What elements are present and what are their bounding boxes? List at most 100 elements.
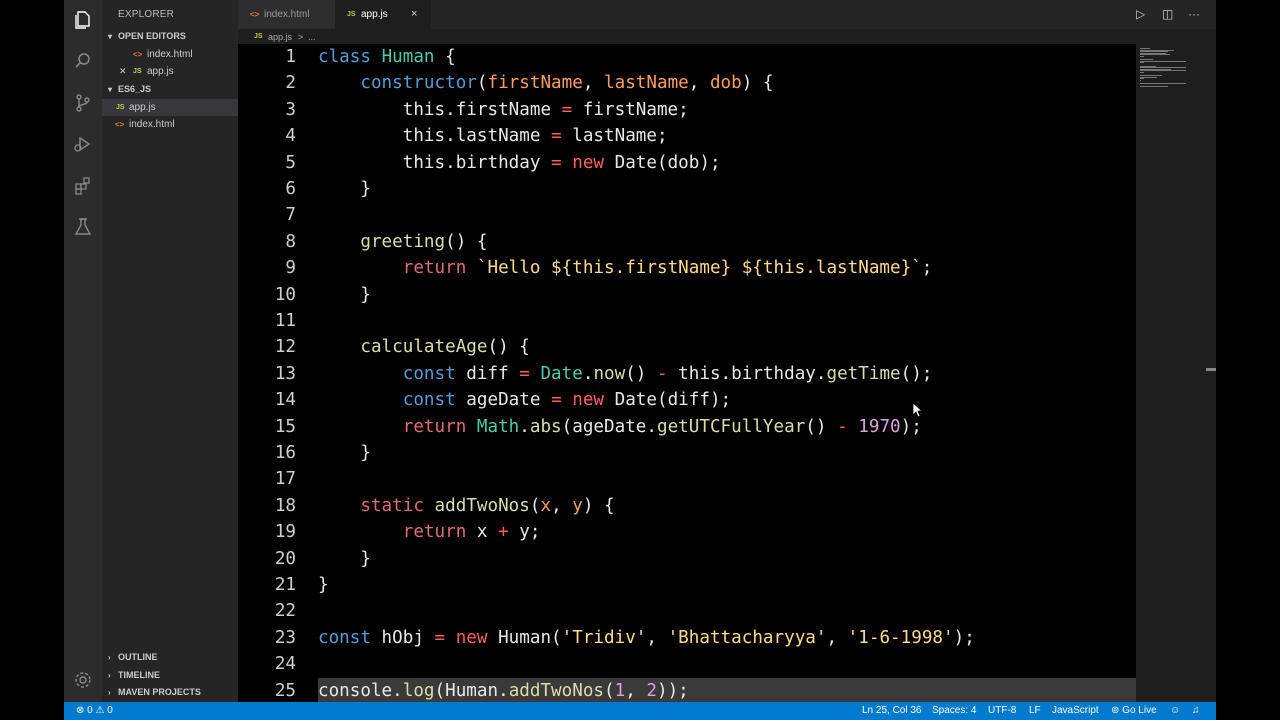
- file-item-app-js[interactable]: JS app.js: [102, 99, 238, 116]
- code-line[interactable]: 9 return `Hello ${this.firstName} ${this…: [238, 255, 1136, 281]
- outline-section[interactable]: › OUTLINE: [102, 649, 238, 666]
- code-token: addTwoNos: [508, 680, 605, 701]
- notifications-bell-icon[interactable]: ♫: [1192, 702, 1200, 720]
- code-token: {: [434, 47, 456, 67]
- end-of-line[interactable]: LF: [1029, 702, 1041, 720]
- run-debug-icon[interactable]: [73, 134, 93, 154]
- line-number: 8: [285, 231, 296, 252]
- code-line[interactable]: 8 greeting() {: [238, 229, 1136, 255]
- code-line[interactable]: 2 constructor(firstName, lastName, dob) …: [238, 70, 1136, 96]
- open-editors-title: OPEN EDITORS: [118, 31, 186, 41]
- code-token: () {: [487, 337, 530, 358]
- line-number: 24: [274, 654, 296, 675]
- code-line[interactable]: 3 this.firstName = firstName;: [238, 97, 1136, 123]
- code-line[interactable]: 24: [238, 651, 1136, 677]
- line-number: 20: [274, 548, 296, 569]
- code-line[interactable]: 11: [238, 308, 1136, 334]
- code-line[interactable]: 25 console.log(Human.addTwoNos(1, 2));: [275, 677, 1136, 704]
- feedback-icon[interactable]: ☺: [1170, 702, 1180, 720]
- code-line[interactable]: 19 return x + y;: [238, 519, 1136, 545]
- open-editor-item-app-js[interactable]: ✕ JS app.js: [102, 63, 238, 80]
- code-token: return: [402, 416, 467, 437]
- search-icon[interactable]: [73, 51, 93, 71]
- code-line[interactable]: 15 return Math.abs(ageDate.getUTCFullYea…: [238, 414, 1136, 440]
- code-line[interactable]: 23 const hObj = new Human('Tridiv', 'Bhat…: [238, 625, 1136, 651]
- code-token: ,: [625, 680, 647, 701]
- code-line[interactable]: 17: [238, 466, 1136, 492]
- line-number: 19: [274, 522, 296, 543]
- vertical-scrollbar[interactable]: [1204, 44, 1216, 702]
- code-token: return: [402, 258, 467, 279]
- cursor-position[interactable]: Ln 25, Col 36: [862, 702, 922, 720]
- code-line[interactable]: 6 }: [238, 176, 1136, 202]
- code-line[interactable]: 21}: [238, 572, 1136, 598]
- code-line[interactable]: 20 }: [238, 546, 1136, 572]
- code-token: 1970: [858, 416, 901, 437]
- scrollbar-thumb[interactable]: [1206, 368, 1216, 371]
- code-token: new: [572, 390, 605, 411]
- line-source: return x + y;: [318, 519, 541, 545]
- more-actions-icon[interactable]: ···: [1188, 0, 1200, 29]
- code-line[interactable]: 18 static addTwoNos(x, y) {: [238, 493, 1136, 519]
- file-label: index.html: [129, 119, 175, 130]
- code-token: =: [551, 152, 562, 173]
- minimap-line: [1140, 56, 1144, 57]
- maven-projects-section[interactable]: › MAVEN PROJECTS: [102, 684, 238, 701]
- code-line[interactable]: 10 }: [238, 282, 1136, 308]
- code-editor[interactable]: 1 class Human {2 constructor(firstName, l…: [238, 44, 1136, 704]
- explorer-sidebar: EXPLORER ▾ OPEN EDITORS <> index.html ✕ …: [102, 0, 238, 702]
- code-line[interactable]: 16 }: [238, 440, 1136, 466]
- line-number: 5: [285, 152, 296, 173]
- close-icon[interactable]: ✕: [119, 63, 127, 80]
- close-tab-icon[interactable]: ×: [411, 0, 417, 29]
- code-line[interactable]: 12 calculateAge() {: [238, 334, 1136, 360]
- code-token: lastName: [604, 73, 689, 94]
- open-editors-section[interactable]: ▾ OPEN EDITORS: [102, 28, 238, 45]
- minimap[interactable]: [1138, 44, 1208, 702]
- code-line[interactable]: 14 const ageDate = new Date(diff);: [238, 387, 1136, 413]
- line-number: 22: [274, 601, 296, 622]
- code-token: static: [360, 495, 424, 516]
- testing-flask-icon[interactable]: [73, 217, 93, 237]
- line-number: 12: [274, 337, 296, 358]
- code-token: ,: [688, 73, 710, 94]
- code-line[interactable]: 22: [238, 598, 1136, 624]
- tab-index-html[interactable]: <> index.html: [238, 0, 335, 29]
- code-line[interactable]: 1 class Human {: [238, 44, 1136, 70]
- code-line[interactable]: 4 this.lastName = lastName;: [238, 123, 1136, 149]
- breadcrumb-symbol[interactable]: ...: [308, 29, 316, 45]
- tab-app-js[interactable]: JS app.js ×: [335, 0, 431, 29]
- code-token: ,: [582, 73, 605, 94]
- code-token: .: [519, 416, 530, 437]
- settings-gear-icon[interactable]: [73, 670, 93, 690]
- run-icon[interactable]: ▷: [1136, 0, 1145, 29]
- code-line[interactable]: 7: [238, 202, 1136, 228]
- code-token: `Hello ${this.firstName} ${this.lastName…: [476, 258, 922, 279]
- timeline-section[interactable]: › TIMELINE: [102, 667, 238, 684]
- encoding[interactable]: UTF-8: [988, 702, 1016, 720]
- source-control-icon[interactable]: [73, 93, 93, 113]
- code-token: firstName;: [572, 99, 689, 120]
- warning-count: 0: [107, 705, 113, 716]
- open-editor-item-index-html[interactable]: <> index.html: [102, 46, 238, 63]
- go-live-button[interactable]: ⊚ Go Live: [1111, 702, 1157, 720]
- explorer-icon[interactable]: [73, 10, 93, 30]
- split-editor-icon[interactable]: ◫: [1162, 0, 1173, 29]
- code-line[interactable]: 5 this.birthday = new Date(dob);: [238, 150, 1136, 176]
- code-token: lastName;: [561, 126, 668, 147]
- extensions-icon[interactable]: [73, 176, 93, 196]
- problems-indicator[interactable]: ⊗ 0 ⚠ 0: [76, 702, 113, 720]
- warning-icon: ⚠: [95, 705, 105, 716]
- folder-section-es6-js[interactable]: ▾ ES6_JS: [102, 81, 238, 98]
- code-line[interactable]: 13 const diff = Date.now() - this.birthd…: [238, 361, 1136, 387]
- code-token: Date(dob);: [604, 152, 721, 173]
- breadcrumb-file[interactable]: app.js: [268, 29, 292, 45]
- file-item-index-html[interactable]: <> index.html: [102, 116, 238, 133]
- indentation[interactable]: Spaces: 4: [932, 702, 976, 720]
- language-mode[interactable]: JavaScript: [1052, 702, 1099, 720]
